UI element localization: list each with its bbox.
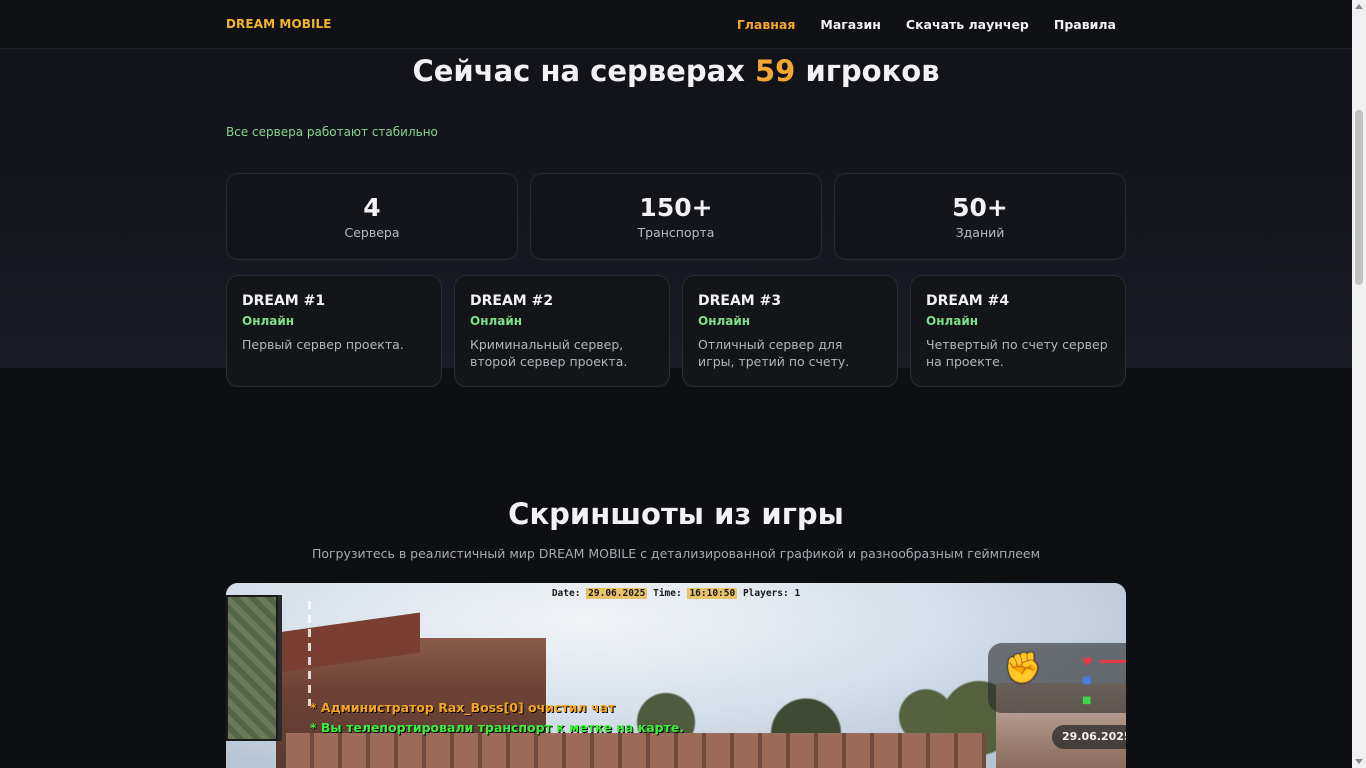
- online-title-suffix: игроков: [805, 54, 940, 88]
- game-minimap: [226, 595, 278, 741]
- nav-link-download-launcher[interactable]: Скачать лаунчер: [906, 17, 1029, 32]
- stat-value: 150+: [639, 193, 713, 222]
- online-title-prefix: Сейчас на серверах: [412, 54, 745, 88]
- stat-value: 4: [363, 193, 381, 222]
- hud-top-info: Date: 29.06.2025 Time: 16:10:50 Players:…: [226, 588, 1126, 599]
- nav-link-rules[interactable]: Правила: [1054, 17, 1116, 32]
- scrollbar-thumb[interactable]: [1355, 110, 1363, 285]
- stat-card-servers: 4 Сервера: [226, 173, 518, 260]
- screenshots-subtitle: Погрузитесь в реалистичный мир DREAM MOB…: [311, 546, 1041, 561]
- server-card-3[interactable]: DREAM #3 Онлайн Отличный сервер для игры…: [682, 275, 898, 387]
- server-status: Онлайн: [242, 314, 295, 328]
- server-card-1[interactable]: DREAM #1 Онлайн Первый сервер проекта.: [226, 275, 442, 387]
- health-bar: [1100, 660, 1126, 663]
- minimap-border: [278, 595, 282, 741]
- scroll-down-arrow-icon[interactable]: [1355, 759, 1363, 764]
- game-chat: * Администратор Rax_Boss[0] очистил чат …: [310, 698, 684, 738]
- chat-scroll-indicator: [308, 601, 311, 706]
- hud-time-label: Time:: [653, 588, 682, 599]
- stats-row: 4 Сервера 150+ Транспорта 50+ Зданий: [226, 173, 1126, 260]
- stat-card-buildings: 50+ Зданий: [834, 173, 1126, 260]
- stat-label: Транспорта: [637, 225, 715, 240]
- hud-players-label: Players:: [742, 588, 789, 599]
- hud-date-value: 29.06.2025: [586, 588, 648, 599]
- stat-value: 50+: [952, 193, 1008, 222]
- hud-status-panel: ✊ ♥ ■ ■: [988, 643, 1126, 713]
- server-list: DREAM #1 Онлайн Первый сервер проекта. D…: [226, 275, 1126, 387]
- server-card-2[interactable]: DREAM #2 Онлайн Криминальный сервер, вто…: [454, 275, 670, 387]
- hud-date-pill: 29.06.2025: [1052, 725, 1126, 749]
- navbar: DREAM MOBILE Главная Магазин Скачать лау…: [0, 0, 1352, 49]
- online-player-count: 59: [754, 54, 796, 88]
- scroll-up-arrow-icon[interactable]: [1355, 4, 1363, 9]
- server-name: DREAM #1: [242, 293, 326, 309]
- nav-link-shop[interactable]: Магазин: [820, 17, 881, 32]
- screenshots-title: Скриншоты из игры: [508, 497, 844, 531]
- server-name: DREAM #2: [470, 293, 554, 309]
- server-name: DREAM #4: [926, 293, 1010, 309]
- hud-time-value: 16:10:50: [687, 588, 738, 599]
- server-description: Первый сервер проекта.: [242, 337, 404, 352]
- game-screenshot[interactable]: Date: 29.06.2025 Time: 16:10:50 Players:…: [226, 583, 1126, 768]
- server-status-message: Все сервера работают стабильно: [226, 125, 438, 139]
- armor-icon: ■: [1082, 675, 1092, 686]
- server-status: Онлайн: [470, 314, 523, 328]
- stat-card-vehicles: 150+ Транспорта: [530, 173, 822, 260]
- server-card-4[interactable]: DREAM #4 Онлайн Четвертый по счету серве…: [910, 275, 1126, 387]
- server-status: Онлайн: [926, 314, 979, 328]
- chat-line: * Вы телепортировали транспорт к метке н…: [310, 720, 685, 735]
- site-logo[interactable]: DREAM MOBILE: [226, 17, 332, 31]
- hud-players-value: 1: [794, 588, 801, 599]
- hud-date-label: Date:: [551, 588, 581, 599]
- server-description: Четвертый по счету сервер на проекте.: [926, 337, 1108, 369]
- server-status: Онлайн: [698, 314, 751, 328]
- fist-icon: ✊: [1004, 651, 1042, 686]
- stat-label: Сервера: [344, 225, 400, 240]
- page-scrollbar[interactable]: [1352, 0, 1366, 768]
- chat-line: * Администратор Rax_Boss[0] очистил чат: [310, 700, 616, 715]
- online-players-title: Сейчас на серверах 59 игроков: [226, 54, 1126, 88]
- nav-links: Главная Магазин Скачать лаунчер Правила: [737, 17, 1116, 32]
- nav-link-home[interactable]: Главная: [737, 17, 796, 32]
- bag-icon: ■: [1082, 695, 1092, 706]
- stat-label: Зданий: [955, 225, 1005, 240]
- server-name: DREAM #3: [698, 293, 782, 309]
- server-description: Криминальный сервер, второй сервер проек…: [470, 337, 628, 369]
- screenshot-fence: [286, 733, 986, 768]
- heart-icon: ♥: [1082, 655, 1093, 669]
- server-description: Отличный сервер для игры, третий по счет…: [698, 337, 850, 369]
